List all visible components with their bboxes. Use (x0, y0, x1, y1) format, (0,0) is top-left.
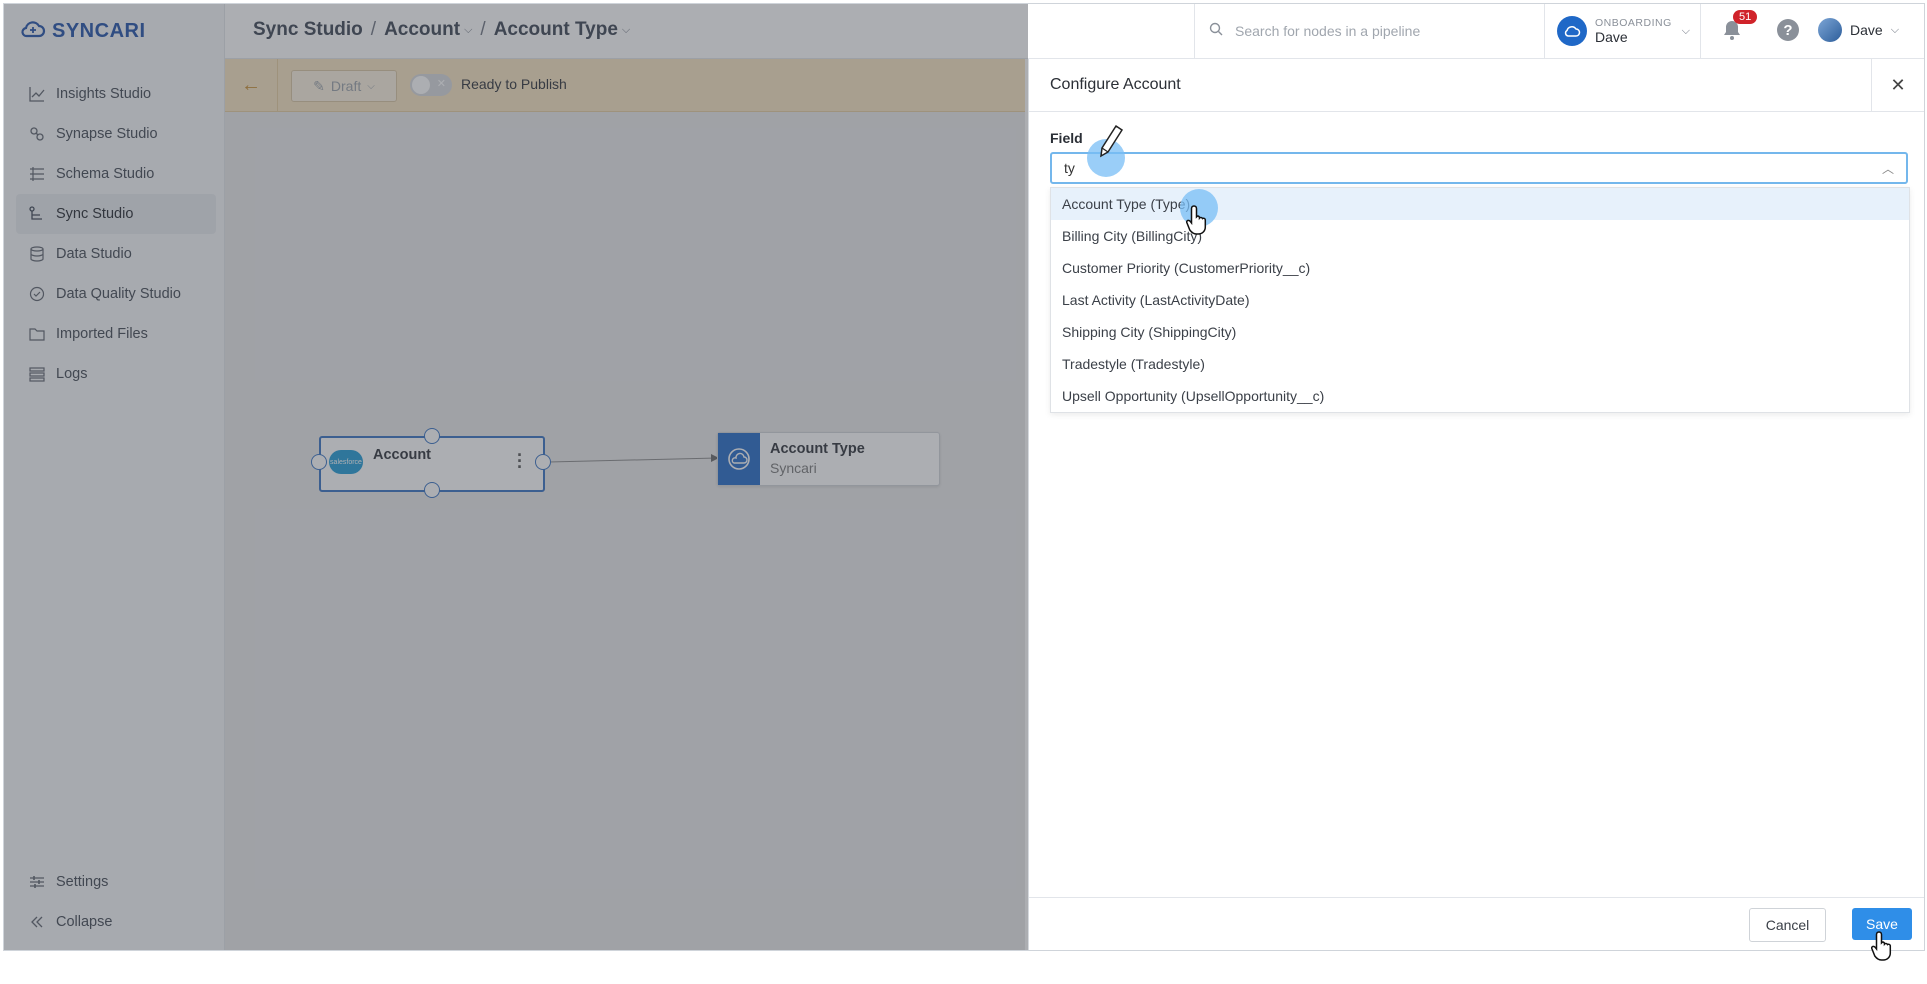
chevron-up-icon[interactable]: ︿ (1882, 160, 1894, 177)
search-input[interactable] (1233, 22, 1537, 40)
option-shipping-city[interactable]: Shipping City (ShippingCity) (1051, 316, 1909, 348)
field-label: Field (1050, 130, 1083, 146)
cancel-button[interactable]: Cancel (1749, 908, 1826, 942)
pencil-cursor-icon (1098, 124, 1124, 165)
close-icon[interactable]: ✕ (1871, 59, 1924, 111)
org-text: ONBOARDING Dave (1595, 17, 1672, 45)
app-window: SYNCARI Insights Studio Synapse Studio S… (3, 3, 1925, 951)
modal-overlay[interactable] (4, 4, 1028, 950)
configure-panel: Configure Account ✕ Field ︿ Account Type… (1028, 59, 1924, 950)
chevron-down-icon: ⌵ (1681, 24, 1690, 37)
field-select[interactable]: ︿ (1050, 152, 1908, 184)
notification-badge: 51 (1733, 10, 1758, 24)
field-options-list: Account Type (Type) Billing City (Billin… (1050, 187, 1910, 413)
option-billing-city[interactable]: Billing City (BillingCity) (1051, 220, 1909, 252)
option-customer-priority[interactable]: Customer Priority (CustomerPriority__c) (1051, 252, 1909, 284)
panel-header: Configure Account (1029, 59, 1924, 112)
hand-cursor-icon (1870, 930, 1897, 967)
org-name: Dave (1595, 29, 1628, 45)
chevron-down-icon: ⌵ (1890, 23, 1900, 36)
field-search-input[interactable] (1052, 159, 1866, 177)
search-icon (1209, 22, 1223, 41)
avatar (1818, 18, 1842, 42)
panel-footer: Cancel Save (1029, 897, 1924, 950)
user-menu[interactable]: Dave ⌵ (1818, 18, 1899, 42)
node-search (1194, 4, 1544, 58)
org-cloud-icon (1557, 16, 1587, 46)
panel-title: Configure Account (1050, 76, 1181, 93)
org-label: ONBOARDING (1595, 17, 1672, 29)
option-last-activity[interactable]: Last Activity (LastActivityDate) (1051, 284, 1909, 316)
option-upsell-opportunity[interactable]: Upsell Opportunity (UpsellOpportunity__c… (1051, 380, 1909, 412)
help-icon[interactable]: ? (1777, 19, 1799, 41)
user-name: Dave (1850, 22, 1883, 38)
hand-cursor-icon (1185, 204, 1212, 241)
option-tradestyle[interactable]: Tradestyle (Tradestyle) (1051, 348, 1909, 380)
org-switcher[interactable]: ONBOARDING Dave ⌵ (1544, 4, 1701, 58)
